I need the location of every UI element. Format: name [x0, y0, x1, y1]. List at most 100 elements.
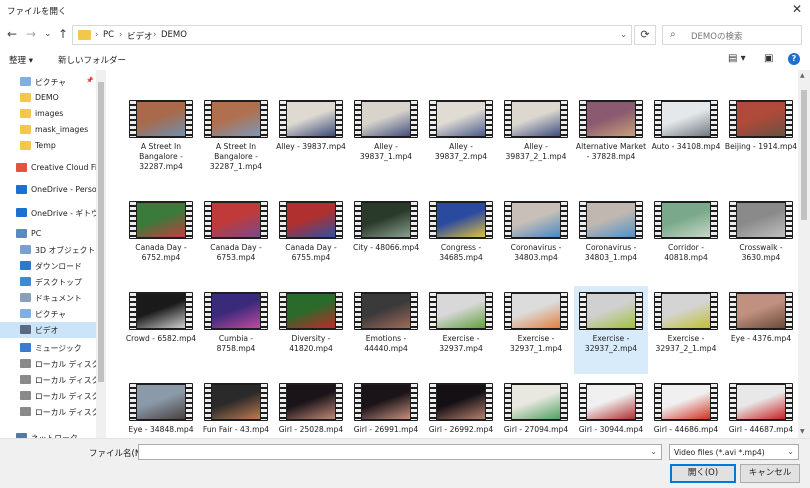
film-strip-icon	[711, 101, 717, 137]
navigation-scrollbar[interactable]	[96, 70, 106, 438]
preview-pane-icon[interactable]: ▣	[764, 53, 773, 64]
file-item[interactable]: Girl - 30944.mp4	[574, 383, 648, 435]
nav-item[interactable]: ローカル ディスク (E:)	[0, 388, 96, 404]
nav-item[interactable]: OneDrive - Personal	[0, 182, 96, 198]
nav-item[interactable]: デスクトップ	[0, 274, 96, 290]
close-icon[interactable]: ✕	[792, 2, 802, 16]
chevron-down-icon[interactable]: ⌄	[650, 447, 657, 456]
scrollbar-thumb[interactable]	[98, 82, 104, 382]
film-strip-icon	[636, 293, 642, 329]
film-strip-icon	[430, 384, 436, 420]
up-arrow-icon[interactable]: ↑	[58, 27, 68, 41]
nav-item[interactable]: OneDrive - ギトウシ	[0, 205, 96, 221]
file-item[interactable]: Emotions - 44440.mp4	[349, 292, 423, 354]
file-item[interactable]: Coronavirus - 34803.mp4	[499, 201, 573, 263]
file-item[interactable]: Congress - 34685.mp4	[424, 201, 498, 263]
new-folder-button[interactable]: 新しいフォルダー	[58, 54, 126, 66]
nav-item[interactable]: DEMO	[0, 90, 96, 106]
nav-item[interactable]: ビデオ	[0, 322, 96, 338]
file-item[interactable]: Girl - 44686.mp4	[649, 383, 723, 435]
file-item[interactable]: Eye - 4376.mp4	[724, 292, 798, 344]
file-item[interactable]: Exercise - 32937_1.mp4	[499, 292, 573, 354]
file-item[interactable]: Exercise - 32937_2.mp4	[574, 286, 648, 374]
nav-item[interactable]: ローカル ディスク (D:)	[0, 372, 96, 388]
scroll-up-icon[interactable]: ▲	[800, 72, 805, 79]
file-item[interactable]: A Street In Bangalore - 32287_1.mp4	[199, 100, 273, 172]
file-item[interactable]: Alley - 39837.mp4	[274, 100, 348, 152]
search-input[interactable]: ⌕ DEMOの検索	[662, 25, 802, 45]
video-thumbnail	[504, 292, 568, 330]
film-strip-icon	[280, 101, 286, 137]
file-item[interactable]: Diversity - 41820.mp4	[274, 292, 348, 354]
file-list-scrollbar[interactable]: ▲ ▼	[798, 70, 810, 438]
nav-item[interactable]: ネットワーク	[0, 430, 96, 438]
file-name: Corridor - 40818.mp4	[664, 243, 708, 262]
file-item[interactable]: A Street In Bangalore - 32287.mp4	[124, 100, 198, 172]
file-item[interactable]: Auto - 34108.mp4	[649, 100, 723, 152]
search-placeholder: DEMOの検索	[691, 32, 743, 42]
file-item[interactable]: Fun Fair - 43.mp4	[199, 383, 273, 435]
film-strip-icon	[430, 101, 436, 137]
video-thumbnail	[429, 383, 493, 421]
breadcrumb-videos[interactable]: ビデオ	[127, 30, 153, 42]
file-item[interactable]: Canada Day - 6755.mp4	[274, 201, 348, 263]
scroll-down-icon[interactable]: ▼	[800, 428, 805, 435]
nav-item-label: ローカル ディスク (D:)	[35, 376, 96, 385]
nav-item[interactable]: ドキュメント	[0, 290, 96, 306]
scrollbar-thumb[interactable]	[801, 90, 807, 220]
file-item[interactable]: Exercise - 32937.mp4	[424, 292, 498, 354]
film-strip-icon	[355, 202, 361, 238]
address-bar[interactable]: › PC › ビデオ › DEMO ⌄	[72, 25, 632, 45]
refresh-button[interactable]: ⟳	[634, 25, 656, 45]
file-item[interactable]: Crowd - 6582.mp4	[124, 292, 198, 344]
breadcrumb-demo[interactable]: DEMO	[161, 30, 187, 40]
nav-item[interactable]: ミュージック	[0, 340, 96, 356]
forward-arrow-icon[interactable]: →	[26, 27, 36, 41]
nav-item[interactable]: 3D オブジェクト	[0, 242, 96, 258]
open-button[interactable]: 開く(O)	[670, 464, 736, 483]
file-item[interactable]: Exercise - 32937_2_1.mp4	[649, 292, 723, 354]
file-item[interactable]: Canada Day - 6752.mp4	[124, 201, 198, 263]
help-icon[interactable]: ?	[788, 53, 800, 65]
organize-button[interactable]: 整理 ▾	[9, 54, 33, 66]
file-item[interactable]: Coronavirus - 34803_1.mp4	[574, 201, 648, 263]
file-item[interactable]: Canada Day - 6753.mp4	[199, 201, 273, 263]
file-item[interactable]: Alley - 39837_1.mp4	[349, 100, 423, 162]
nav-item[interactable]: ピクチャ	[0, 306, 96, 322]
chevron-down-icon[interactable]: ⌄	[620, 30, 627, 39]
nav-item[interactable]: PC	[0, 226, 96, 242]
file-item[interactable]: Cumbia - 8758.mp4	[199, 292, 273, 354]
nav-item[interactable]: Creative Cloud Files	[0, 160, 96, 176]
thumbnail-image	[437, 203, 485, 237]
file-item[interactable]: Eye - 34848.mp4	[124, 383, 198, 435]
nav-item[interactable]: mask_images	[0, 122, 96, 138]
file-item[interactable]: Beijing - 1914.mp4	[724, 100, 798, 152]
file-type-select[interactable]: Video files (*.avi *.mp4) ⌄	[669, 444, 799, 460]
pin-icon[interactable]: 📌	[86, 77, 93, 84]
file-item[interactable]: City - 48066.mp4	[349, 201, 423, 253]
nav-item[interactable]: ローカル ディスク (F:)	[0, 404, 96, 420]
file-item[interactable]: Crosswalk - 3630.mp4	[724, 201, 798, 263]
file-item[interactable]: Alternative Market - 37828.mp4	[574, 100, 648, 162]
file-item[interactable]: Alley - 39837_2.mp4	[424, 100, 498, 162]
nav-item[interactable]: ピクチャ 📌	[0, 74, 96, 90]
filename-input[interactable]: ⌄	[138, 444, 662, 460]
cancel-button[interactable]: キャンセル	[740, 464, 800, 483]
nav-item[interactable]: images	[0, 106, 96, 122]
breadcrumb-pc[interactable]: PC	[103, 30, 114, 40]
nav-item[interactable]: ローカル ディスク (C:)	[0, 356, 96, 372]
drive-icon	[20, 375, 31, 384]
file-item[interactable]: Girl - 44687.mp4	[724, 383, 798, 435]
nav-item[interactable]: ダウンロード	[0, 258, 96, 274]
file-item[interactable]: Girl - 26991.mp4	[349, 383, 423, 435]
file-item[interactable]: Alley - 39837_2_1.mp4	[499, 100, 573, 162]
file-item[interactable]: Girl - 27094.mp4	[499, 383, 573, 435]
thumbnail-image	[512, 102, 560, 136]
file-item[interactable]: Girl - 25028.mp4	[274, 383, 348, 435]
back-arrow-icon[interactable]: ←	[7, 27, 17, 41]
nav-item[interactable]: Temp	[0, 138, 96, 154]
file-item[interactable]: Corridor - 40818.mp4	[649, 201, 723, 263]
recent-locations-icon[interactable]: ⌄	[44, 27, 52, 41]
file-item[interactable]: Girl - 26992.mp4	[424, 383, 498, 435]
view-options-icon[interactable]: ▤ ▾	[728, 53, 746, 64]
